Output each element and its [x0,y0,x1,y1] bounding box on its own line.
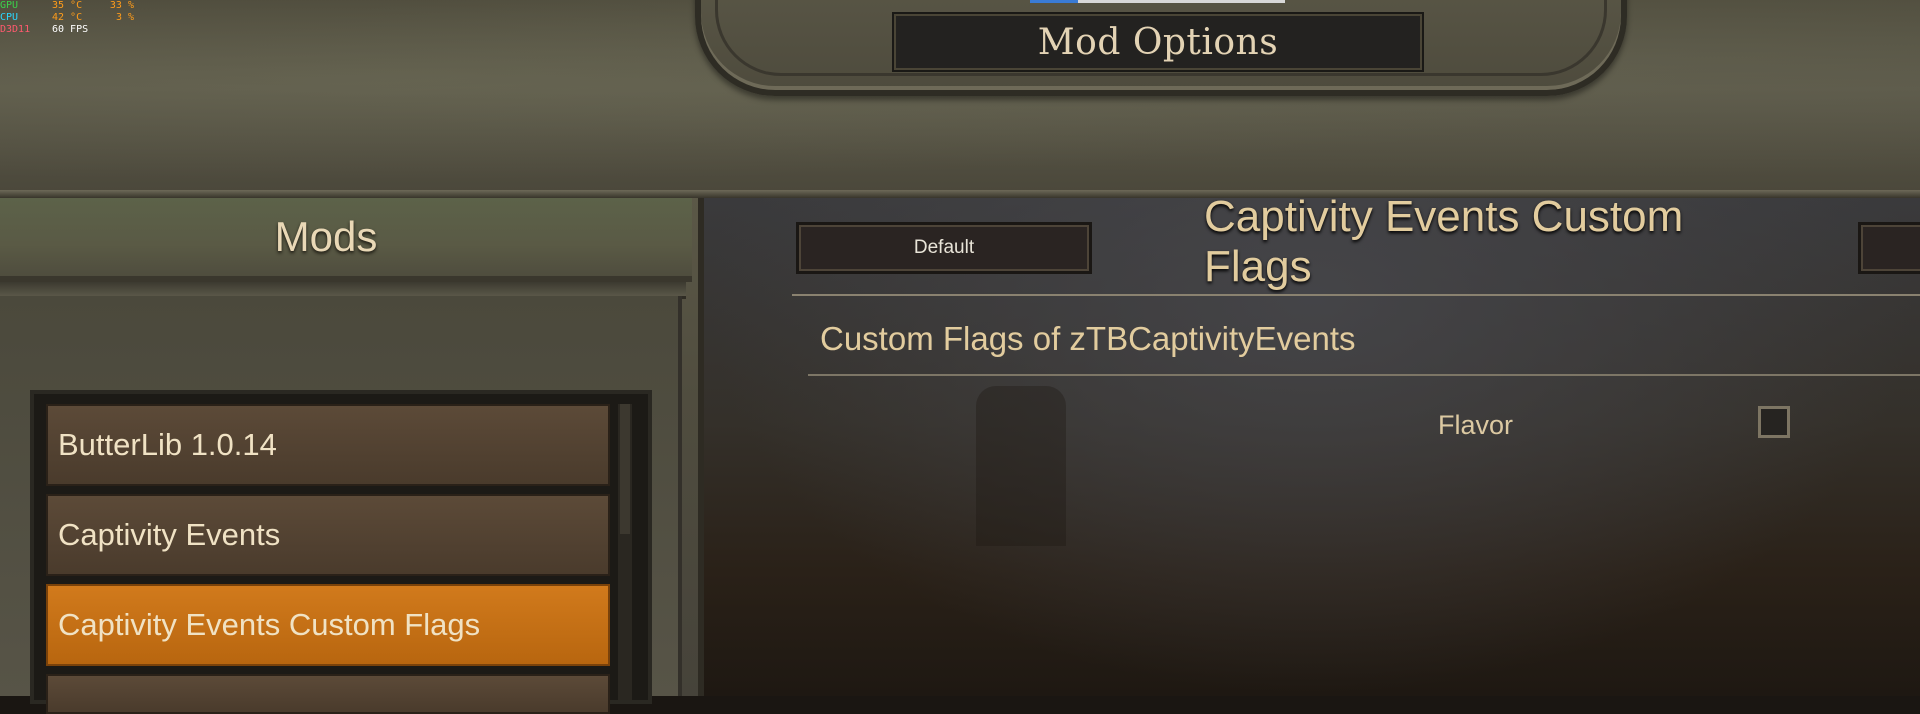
perf-row-fps: D3D11 60 FPS [0,24,134,36]
flavor-checkbox[interactable] [1758,406,1790,438]
divider [792,294,1920,296]
performance-overlay: GPU 35 °C 33 % CPU 42 °C 3 % D3D11 60 FP… [0,0,134,36]
perf-value-cpu-load: 3 % [115,12,134,23]
settings-title: Captivity Events Custom Flags [1204,192,1714,291]
mod-item-label: Captivity Events Custom Flags [58,607,481,642]
default-button-label: Default [913,237,975,258]
perf-row-cpu: CPU 42 °C 3 % [0,12,134,24]
scrollbar-thumb[interactable] [620,404,630,534]
divider [808,374,1920,376]
page-title: Mod Options [1037,21,1279,63]
perf-label-cpu: CPU [0,12,19,23]
mod-item-captivity-events[interactable]: Captivity Events [46,494,610,576]
mod-list: ButterLib 1.0.14 Captivity Events Captiv… [30,390,652,714]
perf-row-gpu: GPU 35 °C 33 % [0,0,134,12]
mod-item-partial[interactable] [46,674,610,714]
perf-value-cpu-temp: 42 °C [52,12,83,23]
perf-label-api: D3D11 [0,24,31,35]
title-strip-accent [1030,0,1078,3]
mod-item-captivity-events-custom-flags[interactable]: Captivity Events Custom Flags [46,584,610,666]
perf-value-fps: 60 FPS [52,24,89,35]
title-plate: Mod Options [894,14,1422,70]
perf-value-gpu-temp: 35 °C [52,0,83,11]
background-tower [976,386,1066,546]
settings-group-title: Custom Flags of zTBCaptivityEvents [820,320,1356,357]
settings-action-button[interactable] [1858,222,1920,274]
mod-item-butterlib[interactable]: ButterLib 1.0.14 [46,404,610,486]
top-banner: Mod Options [0,0,1920,202]
setting-label-flavor: Flavor [1438,410,1514,440]
perf-value-gpu-load: 33 % [109,0,134,11]
settings-panel: Default Captivity Events Custom Flags Cu… [704,192,1920,696]
mod-item-label: Captivity Events [58,517,281,552]
mod-list-scrollbar[interactable] [618,404,632,700]
mods-title: Mods [274,213,378,260]
mod-item-label: ButterLib 1.0.14 [58,427,277,462]
default-button[interactable]: Default [796,222,1092,274]
perf-label-gpu: GPU [0,0,19,11]
settings-title-text: Captivity Events Custom Flags [1204,192,1684,291]
mods-header: Mods [0,198,692,282]
